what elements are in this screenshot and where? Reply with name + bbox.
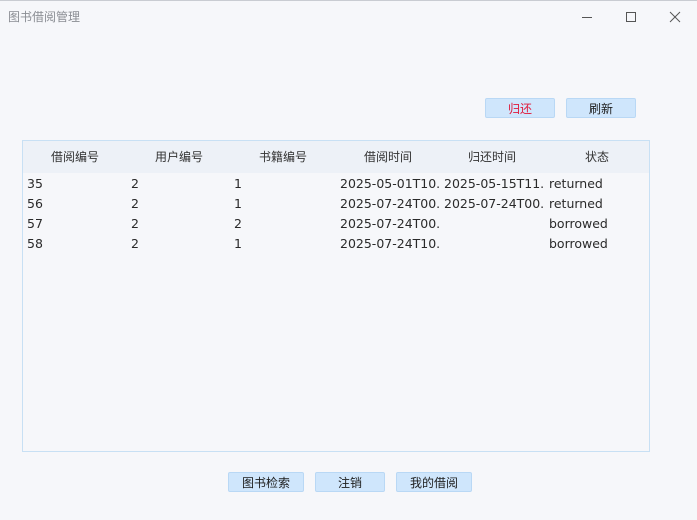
cell-return-time: 2025-05-15T11...: [444, 176, 544, 191]
cell-borrow-id: 35: [27, 176, 43, 191]
cell-borrow-time: 2025-07-24T10...: [340, 236, 440, 251]
cell-return-time: 2025-07-24T00...: [444, 196, 544, 211]
window-title: 图书借阅管理: [8, 10, 81, 24]
table-header: 借阅编号 用户编号 书籍编号 借阅时间 归还时间 状态: [23, 141, 649, 173]
table-row[interactable]: 58 2 1 2025-07-24T10... borrowed: [23, 234, 649, 254]
cell-return-time: [444, 214, 544, 234]
column-header-status[interactable]: 状态: [545, 141, 649, 173]
cell-status: borrowed: [549, 216, 608, 231]
return-button[interactable]: 归还: [485, 98, 555, 118]
cell-book-id: 1: [234, 176, 242, 191]
cell-borrow-id: 58: [27, 236, 43, 251]
cell-return-time: [444, 234, 544, 254]
cell-borrow-id: 57: [27, 216, 43, 231]
cell-user-id: 2: [131, 216, 139, 231]
maximize-button[interactable]: [609, 3, 653, 31]
column-header-borrow-id[interactable]: 借阅编号: [23, 141, 127, 173]
column-header-user-id[interactable]: 用户编号: [127, 141, 231, 173]
cell-status: borrowed: [549, 236, 608, 251]
close-button[interactable]: [653, 3, 697, 31]
column-header-return-time[interactable]: 归还时间: [440, 141, 544, 173]
column-header-book-id[interactable]: 书籍编号: [231, 141, 335, 173]
table-row[interactable]: 56 2 1 2025-07-24T00... 2025-07-24T00...…: [23, 194, 649, 214]
cell-user-id: 2: [131, 176, 139, 191]
refresh-button[interactable]: 刷新: [566, 98, 636, 118]
minimize-button[interactable]: [565, 3, 609, 31]
main-window: 图书借阅管理 归还 刷新 借阅编号 用户编号 书籍编号 借阅时间 归还时间 状态…: [0, 0, 697, 520]
minimize-icon: [582, 17, 592, 18]
title-bar: 图书借阅管理: [0, 1, 697, 33]
cell-borrow-time: 2025-05-01T10...: [340, 176, 440, 191]
cell-user-id: 2: [131, 236, 139, 251]
cell-borrow-time: 2025-07-24T00...: [340, 196, 440, 211]
column-header-borrow-time[interactable]: 借阅时间: [336, 141, 440, 173]
cell-borrow-id: 56: [27, 196, 43, 211]
close-icon: [669, 11, 681, 23]
cell-status: returned: [549, 196, 603, 211]
table-row[interactable]: 35 2 1 2025-05-01T10... 2025-05-15T11...…: [23, 174, 649, 194]
my-borrow-button[interactable]: 我的借阅: [396, 472, 472, 492]
maximize-icon: [626, 12, 636, 22]
book-search-button[interactable]: 图书检索: [228, 472, 304, 492]
borrow-table[interactable]: 借阅编号 用户编号 书籍编号 借阅时间 归还时间 状态 35 2 1 2025-…: [22, 140, 650, 452]
logout-button[interactable]: 注销: [315, 472, 385, 492]
cell-borrow-time: 2025-07-24T00...: [340, 216, 440, 231]
cell-user-id: 2: [131, 196, 139, 211]
cell-book-id: 1: [234, 196, 242, 211]
cell-status: returned: [549, 176, 603, 191]
table-row[interactable]: 57 2 2 2025-07-24T00... borrowed: [23, 214, 649, 234]
cell-book-id: 1: [234, 236, 242, 251]
cell-book-id: 2: [234, 216, 242, 231]
